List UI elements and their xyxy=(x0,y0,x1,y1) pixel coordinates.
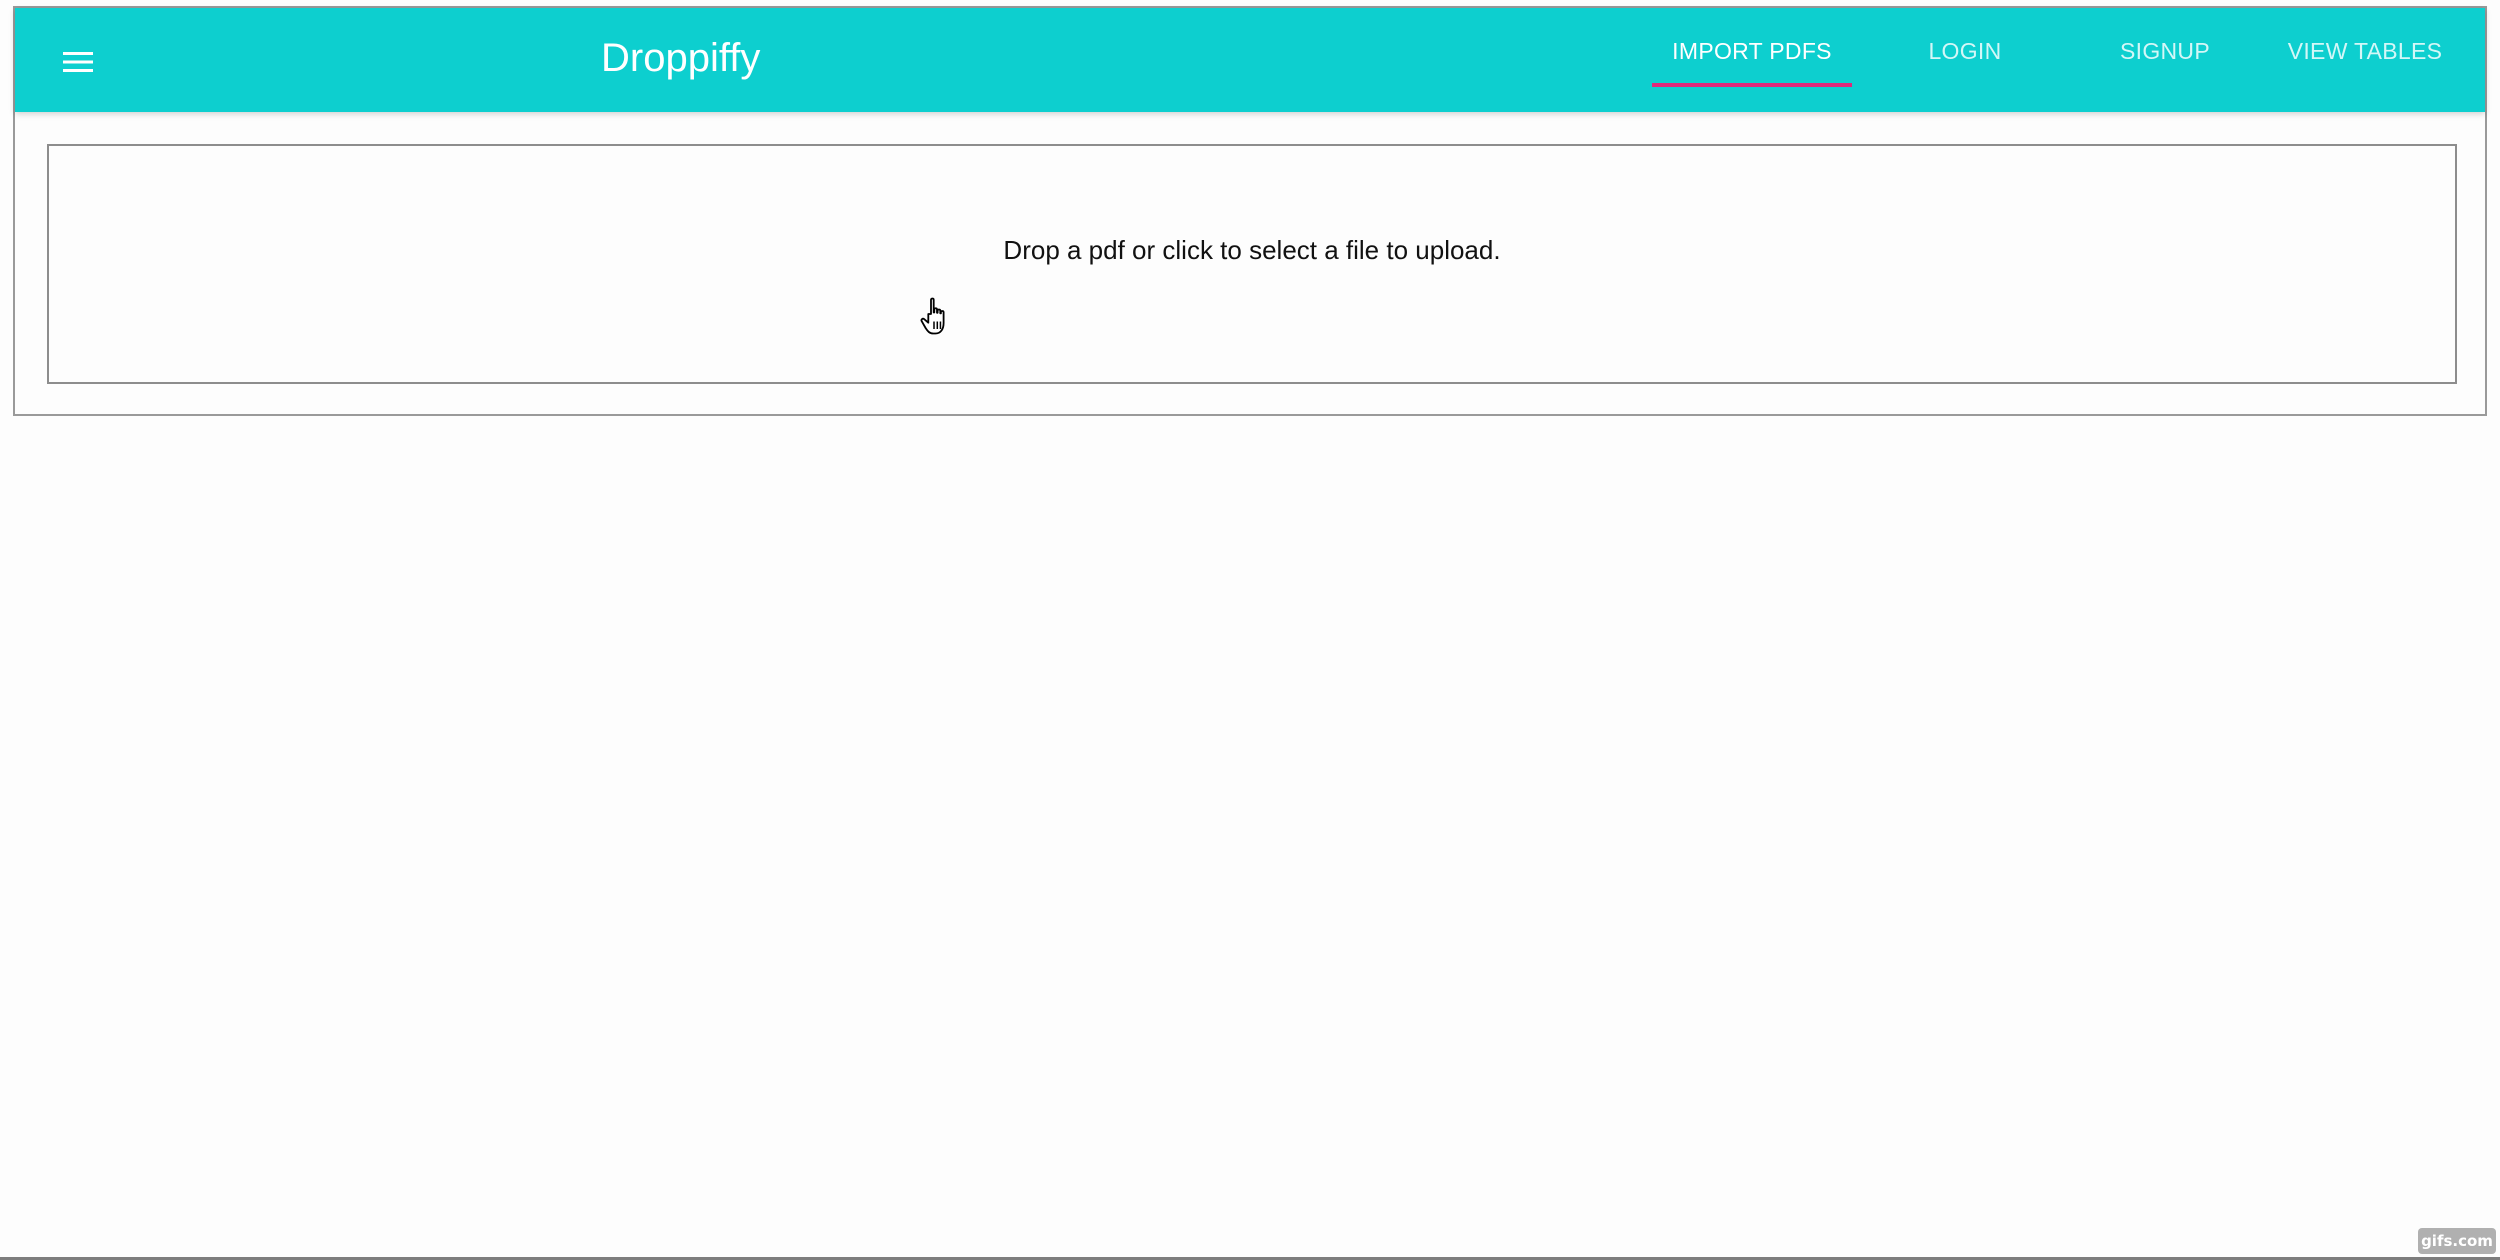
hand-pointer-icon xyxy=(920,297,945,335)
tab-label: SIGNUP xyxy=(2120,38,2210,64)
hamburger-menu-icon xyxy=(63,52,93,72)
dropzone-prompt: Drop a pdf or click to select a file to … xyxy=(1003,235,1501,265)
tab-label: VIEW TABLES xyxy=(2287,38,2443,64)
app-frame: Droppiffy IMPORT PDFS LOGIN SIGNUP VIEW … xyxy=(13,6,2487,416)
tab-label: IMPORT PDFS xyxy=(1672,38,1832,64)
app-bar: Droppiffy IMPORT PDFS LOGIN SIGNUP VIEW … xyxy=(15,8,2485,112)
tab-login[interactable]: LOGIN xyxy=(1865,8,2065,112)
tab-import-pdfs[interactable]: IMPORT PDFS xyxy=(1652,8,1852,112)
app-title: Droppiffy xyxy=(601,36,761,80)
pdf-dropzone[interactable]: Drop a pdf or click to select a file to … xyxy=(47,144,2457,384)
menu-button[interactable] xyxy=(51,38,105,86)
active-tab-indicator xyxy=(1652,83,1852,87)
tab-label: LOGIN xyxy=(1928,38,2002,64)
watermark: gifs.com xyxy=(2418,1228,2496,1254)
tab-signup[interactable]: SIGNUP xyxy=(2065,8,2265,112)
tab-view-tables[interactable]: VIEW TABLES xyxy=(2265,8,2465,112)
